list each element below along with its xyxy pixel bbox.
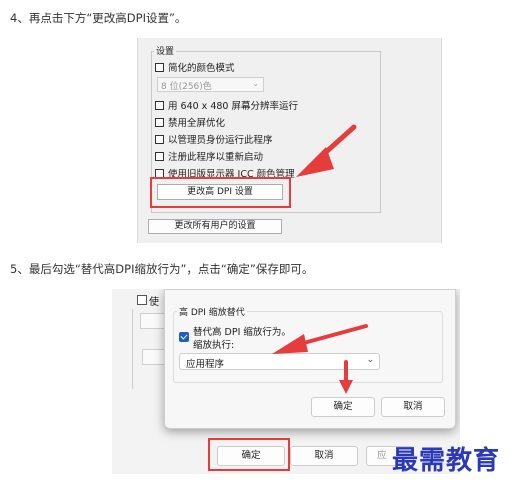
option-register-restart[interactable]: 注册此程序以重新启动 [155, 149, 263, 163]
option-run-as-admin[interactable]: 以管理员身份运行此程序 [155, 132, 273, 146]
option-640x480[interactable]: 用 640 x 480 屏幕分辨率运行 [155, 98, 298, 112]
reduced-color-mode-label: 简化的颜色模式 [168, 63, 235, 74]
checkbox-icon[interactable] [155, 100, 164, 110]
reduced-color-mode-option[interactable]: 简化的颜色模式 [155, 60, 235, 74]
step-4-text: 4、再点击下方“更改高DPI设置”。 [10, 11, 187, 25]
compatibility-settings-screenshot: 设置 简化的颜色模式 8 位(256)色 ⌄ 用 640 x 480 屏幕分辨率… [137, 38, 442, 243]
option-label: 以管理员身份运行此程序 [168, 135, 273, 146]
chevron-down-icon: ⌄ [252, 79, 259, 88]
checkbox-icon[interactable] [155, 134, 164, 144]
main-cancel-button[interactable]: 取消 [290, 446, 358, 466]
checkmark-icon[interactable] [179, 332, 189, 342]
override-group-title: 高 DPI 缩放替代 [177, 305, 247, 318]
option-label: 注册此程序以重新启动 [168, 152, 264, 163]
dialog-ok-button[interactable]: 确定 [311, 397, 375, 417]
red-arrow-icon [296, 124, 357, 177]
high-dpi-dialog: 高 DPI 缩放替代 替代高 DPI 缩放行为。 缩放执行: 应用程序 ⌄ 确定… [164, 289, 456, 429]
red-arrow-icon [339, 360, 353, 394]
settings-group-title: 设置 [154, 44, 177, 57]
step-5-text: 5、最后勾选“替代高DPI缩放行为”，点击“确定”保存即可。 [10, 262, 314, 276]
background-divider [132, 309, 133, 389]
change-all-users-settings-button[interactable]: 更改所有用户的设置 [148, 219, 282, 234]
highlight-box [208, 438, 290, 471]
color-mode-select[interactable]: 8 位(256)色 ⌄ [157, 77, 264, 92]
watermark-logo: 最需教育 [392, 446, 501, 476]
checkbox-icon[interactable] [155, 151, 164, 161]
background-checkbox[interactable] [137, 295, 147, 305]
option-label: 用 640 x 480 屏幕分辨率运行 [168, 101, 298, 112]
scaling-performed-label: 缩放执行: [193, 340, 235, 351]
red-arrow-icon [272, 324, 368, 354]
scaling-select-value: 应用程序 [186, 359, 225, 370]
checkbox-icon[interactable] [155, 62, 164, 72]
background-checkbox-label: 使 [149, 297, 159, 308]
checkbox-icon[interactable] [155, 117, 164, 127]
override-checkbox[interactable] [179, 327, 189, 346]
color-mode-select-value: 8 位(256)色 [161, 82, 212, 92]
option-disable-fullscreen-optimization[interactable]: 禁用全屏优化 [155, 115, 225, 129]
highlight-box [150, 177, 291, 208]
option-label: 禁用全屏优化 [168, 118, 226, 129]
dialog-cancel-button[interactable]: 取消 [381, 397, 445, 417]
